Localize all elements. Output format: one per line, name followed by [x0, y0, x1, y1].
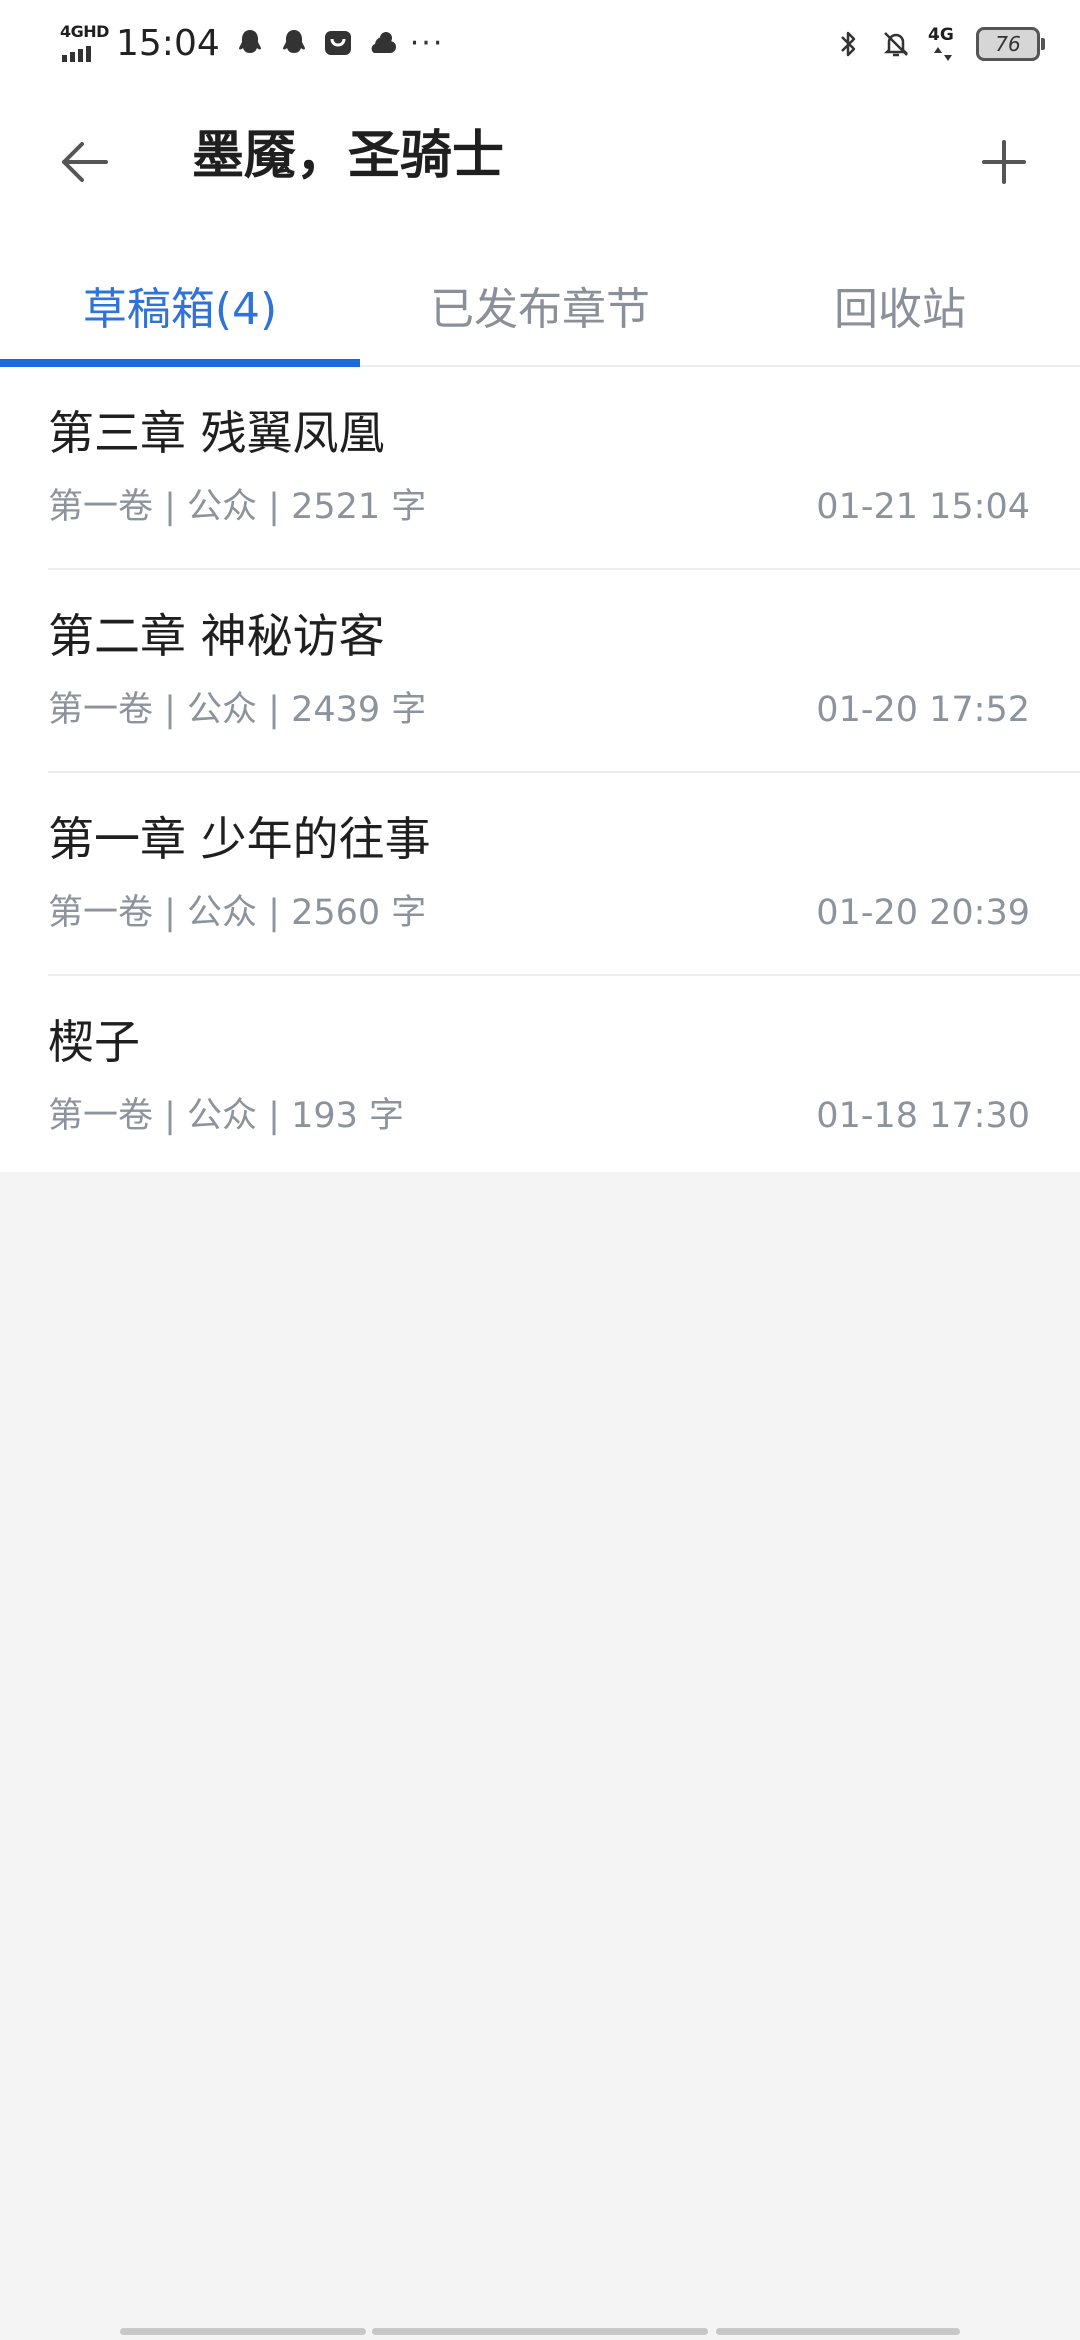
draft-time: 01-18 17:30	[816, 1096, 1030, 1136]
weather-cloud-icon	[371, 32, 396, 53]
battery-icon: 76	[976, 27, 1045, 61]
status-bar: 4GHD 15:04 ··· 4G 76	[0, 0, 1080, 84]
status-time: 15:04	[116, 22, 220, 64]
app-header: 墨魇，圣骑士	[0, 100, 1080, 212]
add-chapter-button[interactable]	[964, 122, 1044, 202]
status-right: 4G 76	[832, 22, 1045, 66]
draft-meta: 第一卷 | 公众 | 193 字	[48, 1096, 405, 1136]
draft-time: 01-20 17:52	[816, 690, 1030, 730]
draft-meta: 第一卷 | 公众 | 2439 字	[48, 690, 427, 730]
gesture-bar-segment	[120, 2328, 366, 2335]
draft-item[interactable]: 第一章 少年的往事 第一卷 | 公众 | 2560 字 01-20 20:39	[48, 773, 1080, 976]
gesture-bar-segment	[716, 2328, 960, 2335]
tab-bar: 草稿箱(4) 已发布章节 回收站	[0, 245, 1080, 367]
bluetooth-icon	[841, 31, 856, 57]
bell-muted-icon	[883, 32, 909, 57]
more-notifications-icon: ···	[409, 25, 445, 61]
cellular-signal-icon: 4GHD	[60, 22, 109, 64]
tab-drafts[interactable]: 草稿箱(4)	[0, 245, 360, 365]
network-type: 4GHD	[60, 22, 109, 41]
draft-time: 01-21 15:04	[816, 487, 1030, 527]
draft-title: 楔子	[48, 1015, 140, 1069]
qq-icon	[282, 30, 305, 53]
page-title: 墨魇，圣骑士	[192, 126, 505, 186]
tab-published[interactable]: 已发布章节	[360, 245, 720, 365]
network-type-right: 4G	[928, 25, 954, 45]
arrow-left-icon	[62, 142, 108, 182]
gesture-bar-segment	[372, 2328, 708, 2335]
draft-list: 第三章 残翼凤凰 第一卷 | 公众 | 2521 字 01-21 15:04 第…	[0, 367, 1080, 1177]
draft-item[interactable]: 第三章 残翼凤凰 第一卷 | 公众 | 2521 字 01-21 15:04	[48, 367, 1080, 570]
draft-time: 01-20 20:39	[816, 893, 1030, 933]
draft-meta: 第一卷 | 公众 | 2521 字	[48, 487, 427, 527]
status-left: 4GHD 15:04 ···	[60, 18, 444, 68]
draft-title: 第二章 神秘访客	[48, 609, 385, 663]
content-area: 4GHD 15:04 ··· 4G 76 墨魇，圣骑士 草稿箱(4) 已发布章节…	[0, 0, 1080, 1172]
draft-title: 第一章 少年的往事	[48, 812, 431, 866]
mobile-data-icon: 4G	[928, 25, 958, 63]
qq-icon	[238, 30, 261, 53]
shopping-bag-icon	[324, 31, 351, 55]
draft-title: 第三章 残翼凤凰	[48, 406, 385, 460]
draft-item[interactable]: 楔子 第一卷 | 公众 | 193 字 01-18 17:30	[48, 976, 1080, 1177]
battery-level: 76	[995, 32, 1021, 56]
active-tab-indicator	[0, 359, 360, 367]
back-button[interactable]	[44, 122, 124, 202]
tab-recycle-bin[interactable]: 回收站	[720, 245, 1080, 365]
draft-item[interactable]: 第二章 神秘访客 第一卷 | 公众 | 2439 字 01-20 17:52	[48, 570, 1080, 773]
plus-icon	[982, 140, 1026, 184]
draft-meta: 第一卷 | 公众 | 2560 字	[48, 893, 427, 933]
